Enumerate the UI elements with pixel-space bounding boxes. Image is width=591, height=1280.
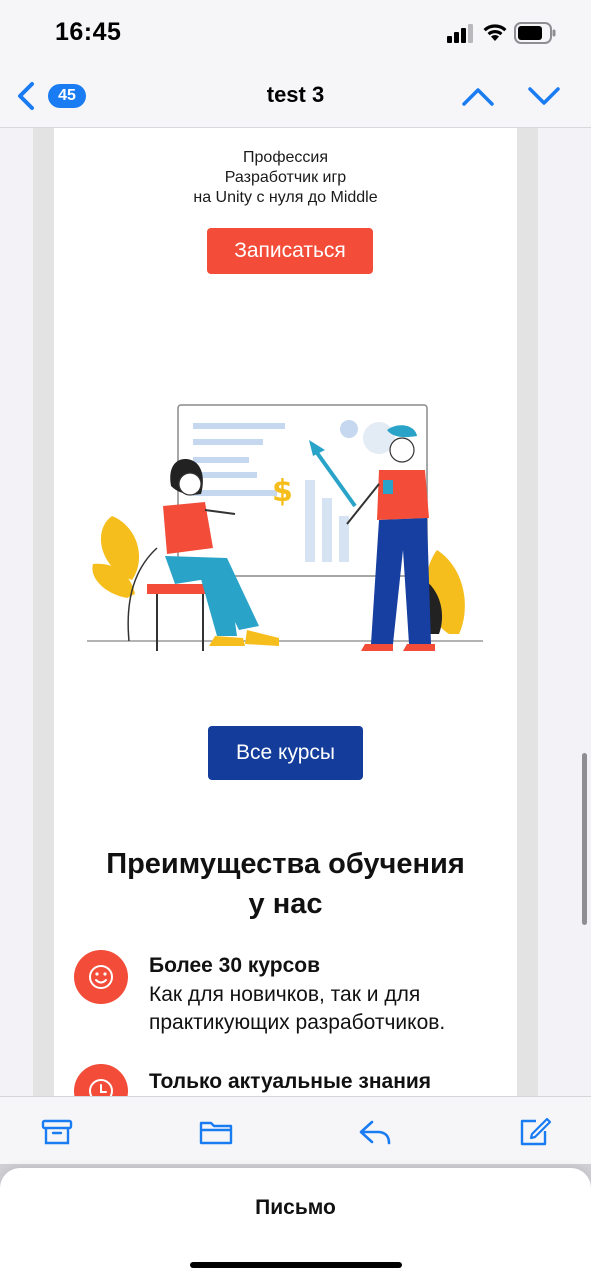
message-content[interactable]: Профессия Разработчик игр на Unity с нул… xyxy=(0,128,591,1096)
signup-button[interactable]: Записаться xyxy=(207,228,373,274)
nav-bar: 45 test 3 xyxy=(0,66,591,128)
scrollbar[interactable] xyxy=(582,753,587,925)
mail-toolbar xyxy=(0,1096,591,1164)
course-title-line: Разработчик игр xyxy=(224,169,347,186)
benefits-heading: Преимущества обучения у нас xyxy=(54,844,517,924)
presentation-illustration: $ xyxy=(87,404,483,651)
status-bar: 16:45 xyxy=(0,0,591,66)
wifi-icon xyxy=(483,24,507,41)
course-title-line: Профессия xyxy=(243,149,328,166)
course-title-line: на Unity с нуля до Middle xyxy=(193,189,378,206)
home-indicator[interactable] xyxy=(190,1262,402,1268)
battery-icon xyxy=(514,22,556,44)
email-gutter-right xyxy=(517,128,538,1096)
compose-icon[interactable] xyxy=(518,1117,552,1147)
mailbox-title: test 3 xyxy=(266,82,325,107)
benefit-heading: Более 30 курсов xyxy=(149,954,321,977)
folder-icon[interactable] xyxy=(199,1117,233,1147)
archive-icon[interactable] xyxy=(40,1117,74,1147)
benefit-description: Как для новичков, так и для xyxy=(149,983,421,1006)
chevron-up-icon[interactable] xyxy=(460,82,496,110)
svg-text:$: $ xyxy=(272,474,293,509)
unread-count-badge[interactable]: 45 xyxy=(48,84,86,108)
benefit-description: практикующих разработчиков. xyxy=(149,1011,446,1034)
cellular-signal-icon xyxy=(447,24,473,43)
reply-icon[interactable] xyxy=(358,1117,392,1147)
back-chevron-icon[interactable] xyxy=(14,80,40,112)
all-courses-button[interactable]: Все курсы xyxy=(208,726,363,780)
email-body: Профессия Разработчик игр на Unity с нул… xyxy=(54,128,517,1096)
chevron-down-icon[interactable] xyxy=(526,82,562,110)
course-title: Профессия Разработчик игр на Unity с нул… xyxy=(54,148,517,208)
clock-icon xyxy=(74,1064,128,1096)
status-time: 16:45 xyxy=(55,18,122,46)
benefits-heading-line: Преимущества обучения xyxy=(106,848,465,880)
smiley-icon xyxy=(74,950,128,1004)
email-gutter-left xyxy=(33,128,54,1096)
benefit-heading: Только актуальные знания xyxy=(149,1070,432,1093)
benefits-heading-line: у нас xyxy=(248,888,323,920)
sheet-title: Письмо xyxy=(255,1196,336,1219)
